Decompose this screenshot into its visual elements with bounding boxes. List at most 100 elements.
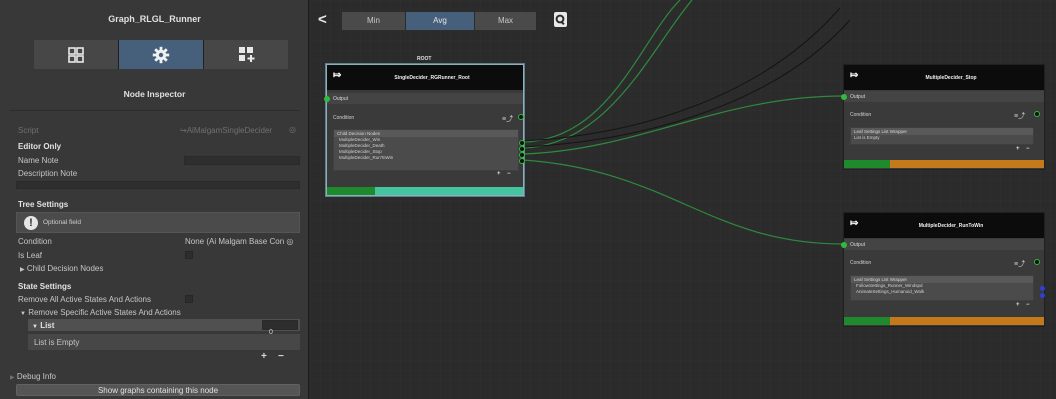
zoom-icon[interactable] — [554, 12, 567, 27]
condition-label: Condition — [333, 115, 355, 121]
description-note-field[interactable] — [16, 181, 300, 189]
list-header[interactable] — [28, 319, 300, 331]
description-note-label: Description Note — [18, 169, 78, 178]
script-target-icon[interactable]: ◎ — [289, 125, 296, 134]
node-stop[interactable]: ⤇ MultipleDecider_Stop Output Condition … — [841, 64, 1045, 170]
foldout-open-arrow-icon: ▼ — [20, 311, 26, 317]
segment-avg[interactable]: Avg — [406, 12, 474, 30]
list-header: Child Decision Nodes — [334, 130, 518, 137]
help-text: Optional field — [43, 219, 81, 226]
wire-black-1 — [522, 7, 841, 142]
leaf-settings-list: Leaf Settings List Wrapper List is Empty — [850, 127, 1034, 145]
condition-label: Condition — [850, 260, 872, 266]
inspector-panel: Graph_RLGL_Runner Node Inspector Script … — [0, 0, 309, 399]
list-remove-button[interactable]: − — [278, 351, 284, 362]
input-port[interactable] — [324, 95, 330, 102]
tab-create-node[interactable] — [204, 40, 288, 69]
node-title: MultipleDecider_RunToWin — [918, 223, 984, 229]
info-icon: ! — [24, 216, 38, 230]
node-root[interactable]: ⤇ SingleDecider_RGRunner_Root Output Con… — [324, 64, 525, 196]
node-list-remove-button[interactable]: − — [507, 171, 511, 177]
node-list-remove-button[interactable]: − — [1026, 302, 1030, 308]
list-empty-text: List is Empty — [34, 338, 80, 347]
script-label: Script — [18, 126, 39, 135]
condition-port[interactable] — [1034, 259, 1040, 265]
remove-all-checkbox[interactable] — [185, 295, 193, 303]
remove-all-label: Remove All Active States And Actions — [18, 295, 151, 304]
root-label: ROOT — [417, 56, 432, 62]
leaf-port[interactable] — [1040, 286, 1045, 291]
condition-label: Condition — [850, 112, 872, 118]
condition-label: Condition — [18, 237, 52, 246]
leaf-port[interactable] — [1040, 293, 1045, 298]
condition-toggle-icon[interactable]: ≡⤴ — [1014, 259, 1025, 269]
progress-bar-orange — [890, 160, 1044, 168]
segment-min[interactable]: Min — [342, 12, 405, 30]
app-window: Graph_RLGL_Runner Node Inspector Script … — [0, 0, 1056, 399]
list-add-button[interactable]: + — [261, 351, 267, 362]
wire-stop — [522, 95, 844, 155]
condition-toggle-icon[interactable]: ≡⤴ — [1014, 111, 1025, 121]
back-button[interactable]: < — [318, 11, 327, 28]
decider-icon: ⤇ — [850, 218, 859, 229]
decider-icon: ⤇ — [333, 70, 342, 81]
list-label: List — [40, 321, 55, 330]
input-port[interactable] — [841, 241, 847, 248]
debug-info-label: Debug Info — [16, 372, 56, 381]
object-picker-icon[interactable]: ◎ — [286, 237, 293, 246]
is-leaf-label: Is Leaf — [18, 251, 43, 260]
condition-port[interactable] — [1034, 111, 1040, 117]
node-list-add-button[interactable]: + — [1016, 302, 1020, 308]
script-field: ↪AiMalgamSingleDecider — [180, 126, 272, 135]
node-list-remove-button[interactable]: − — [1026, 146, 1030, 152]
node-header[interactable]: ⤇ SingleDecider_RGRunner_Root — [327, 65, 523, 90]
list-item[interactable]: MultipleDecider_RunToWin — [334, 155, 518, 161]
child-decision-nodes-label: Child Decision Nodes — [26, 264, 104, 273]
output-port-row: Output — [324, 93, 523, 104]
node-runtowin[interactable]: ⤇ MultipleDecider_RunToWin Output Condit… — [841, 212, 1045, 327]
list-size-field[interactable]: 0 — [262, 320, 298, 336]
list-arrow-icon: ▼ — [32, 324, 38, 330]
state-settings-header: State Settings — [18, 282, 72, 291]
wire-runtowin — [522, 159, 844, 245]
graph-canvas[interactable]: < Min Avg Max ROOT ⤇ SingleDecider_RGRun… — [310, 0, 1056, 399]
remove-specific-foldout[interactable]: ▼ Remove Specific Active States And Acti… — [20, 308, 181, 317]
divider — [10, 110, 300, 111]
add-grid-icon — [238, 47, 254, 62]
script-icon: ↪ — [180, 126, 187, 135]
node-header[interactable]: ⤇ MultipleDecider_Stop — [844, 65, 1044, 90]
show-graphs-button[interactable]: Show graphs containing this node — [16, 384, 300, 396]
wire-win — [522, 0, 681, 143]
condition-toggle-icon[interactable]: ≡⤴ — [502, 114, 513, 124]
inspector-tabbar — [34, 40, 288, 69]
list-empty-text: List is Empty — [854, 135, 880, 140]
condition-field[interactable]: None (Ai Malgam Base Con ◎ — [185, 237, 293, 246]
node-list-add-button[interactable]: + — [1016, 146, 1020, 152]
node-header[interactable]: ⤇ MultipleDecider_RunToWin — [844, 213, 1044, 238]
editor-only-header: Editor Only — [18, 142, 62, 151]
name-note-field[interactable] — [184, 156, 300, 165]
grid-icon — [68, 46, 84, 63]
panel-title: Node Inspector — [123, 89, 186, 99]
progress-bar-green — [844, 317, 890, 325]
tab-graph-overview[interactable] — [34, 40, 118, 69]
child-port-runtowin[interactable] — [519, 158, 525, 164]
segment-max[interactable]: Max — [475, 12, 536, 30]
list-foldout[interactable]: ▼ List — [32, 321, 54, 330]
is-leaf-checkbox[interactable] — [185, 251, 193, 259]
list-item[interactable]: AnimateSettings_Humanoid_Walk — [851, 289, 1033, 295]
output-label: Output — [333, 96, 349, 102]
output-label: Output — [850, 94, 866, 100]
input-port[interactable] — [841, 93, 847, 100]
debug-info-foldout[interactable]: ▶ Debug Info — [10, 372, 56, 381]
tab-node-inspector[interactable] — [119, 40, 203, 69]
child-decision-nodes-foldout[interactable]: ▶ Child Decision Nodes — [20, 264, 103, 273]
output-port-row: Output — [841, 239, 1044, 250]
node-list-add-button[interactable]: + — [497, 171, 501, 177]
condition-port[interactable] — [518, 114, 524, 120]
foldout-arrow-icon: ▶ — [20, 267, 25, 273]
node-title: MultipleDecider_Stop — [925, 75, 977, 81]
list-body: List is Empty — [28, 334, 300, 350]
progress-bar-green — [327, 187, 375, 195]
progress-bar-orange — [890, 317, 1044, 325]
